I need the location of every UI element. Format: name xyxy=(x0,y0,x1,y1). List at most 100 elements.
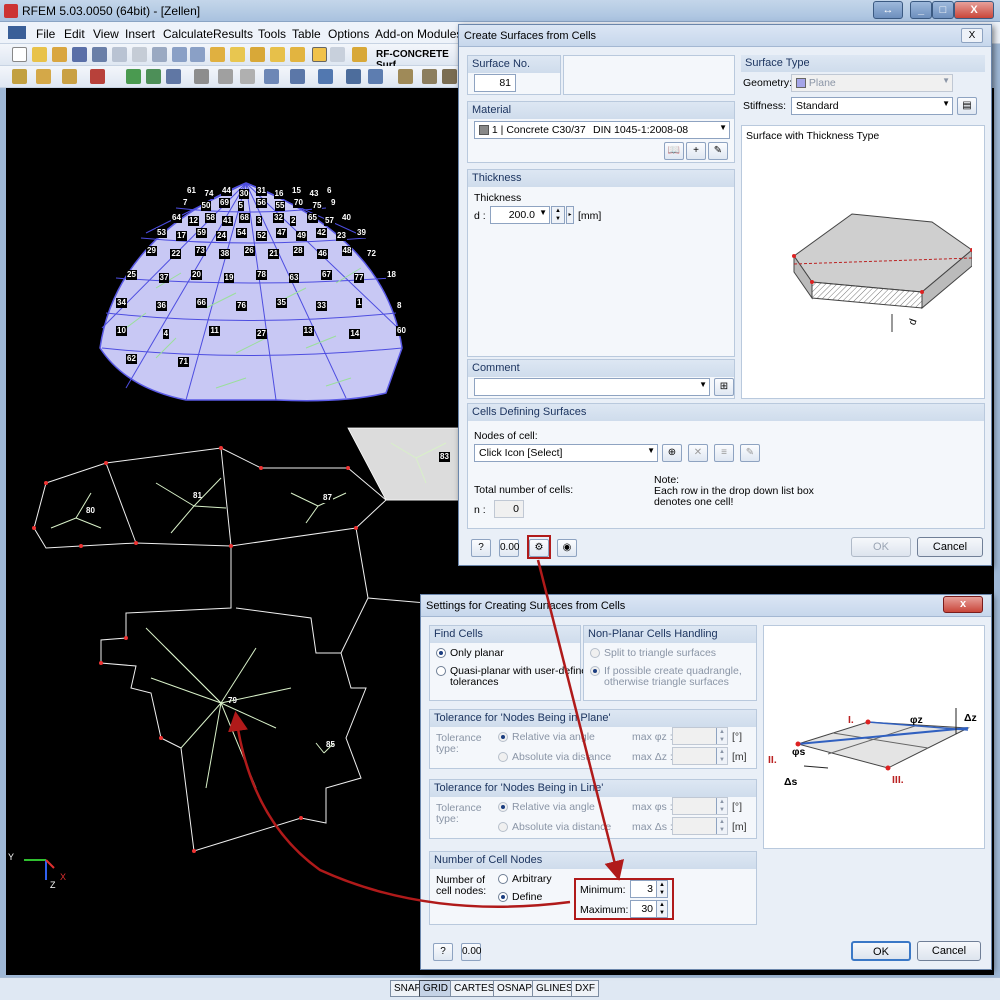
solid-icon[interactable] xyxy=(166,69,181,84)
ok-button[interactable]: OK xyxy=(851,941,911,961)
member-icon[interactable] xyxy=(90,69,105,84)
max-phi-z-input[interactable]: ▲ ▼ xyxy=(672,727,728,745)
max-delta-s-input[interactable]: ▲ ▼ xyxy=(672,817,728,835)
render-icon[interactable] xyxy=(346,69,361,84)
measure-icon[interactable] xyxy=(240,69,255,84)
restore-width-button[interactable]: ↔ xyxy=(873,1,903,19)
menu-insert[interactable]: Insert xyxy=(125,27,155,41)
display-icon[interactable] xyxy=(290,69,305,84)
menu-file[interactable]: File xyxy=(36,27,55,41)
menu-options[interactable]: Options xyxy=(328,27,369,41)
hinge-icon[interactable] xyxy=(146,69,161,84)
menu-tools[interactable]: Tools xyxy=(258,27,286,41)
define-radio[interactable] xyxy=(498,892,508,902)
report-icon[interactable] xyxy=(152,47,167,62)
grid-icon[interactable] xyxy=(330,47,345,62)
open-folder-icon[interactable] xyxy=(52,47,67,62)
menu-table[interactable]: Table xyxy=(292,27,321,41)
new-icon[interactable] xyxy=(12,47,27,62)
menu-results[interactable]: Results xyxy=(213,27,253,41)
material-library-button[interactable]: 📖 xyxy=(664,142,684,160)
arbitrary-radio[interactable] xyxy=(498,874,508,884)
units-button[interactable]: 0.00 xyxy=(499,539,519,557)
quadrangle-radio[interactable] xyxy=(590,666,600,676)
edit-stiffness-button[interactable]: ▤ xyxy=(957,97,977,115)
cancel-button[interactable]: Cancel xyxy=(917,941,981,961)
status-grid[interactable]: GRID xyxy=(419,980,452,997)
dimension-icon[interactable] xyxy=(194,69,209,84)
undo-icon[interactable] xyxy=(172,47,187,62)
filter-icon[interactable] xyxy=(398,69,413,84)
cancel-button[interactable]: Cancel xyxy=(917,537,983,557)
minimize-button[interactable]: _ xyxy=(910,1,932,19)
print-preview-icon[interactable] xyxy=(132,47,147,62)
view-button[interactable]: ◉ xyxy=(557,539,577,557)
print-icon[interactable] xyxy=(112,47,127,62)
settings-icon[interactable] xyxy=(250,47,265,62)
show-results-icon[interactable] xyxy=(270,47,285,62)
new-material-button[interactable]: + xyxy=(686,142,706,160)
cell-list-button[interactable]: ≡ xyxy=(714,444,734,462)
menu-calculate[interactable]: Calculate xyxy=(163,27,213,41)
document-icon[interactable] xyxy=(8,26,26,39)
help-button[interactable]: ? xyxy=(471,539,491,557)
redo-icon[interactable] xyxy=(190,47,205,62)
nodes-select[interactable]: Click Icon [Select] ▼ xyxy=(474,444,658,462)
snap-icon[interactable] xyxy=(442,69,457,84)
status-osnap[interactable]: OSNAP xyxy=(493,980,537,997)
view-icon[interactable] xyxy=(264,69,279,84)
status-cartes[interactable]: CARTES xyxy=(450,980,499,997)
max-phi-s-input[interactable]: ▲ ▼ xyxy=(672,797,728,815)
max-delta-z-input[interactable]: ▲ ▼ xyxy=(672,747,728,765)
folder-icon[interactable] xyxy=(290,47,305,62)
dialog-close-button[interactable]: x xyxy=(943,596,983,613)
material-select[interactable]: 1 | Concrete C30/37 DIN 1045-1:2008-08 ▼ xyxy=(474,121,730,139)
open-icon[interactable] xyxy=(32,47,47,62)
menu-addon-modules[interactable]: Add-on Modules xyxy=(375,27,462,41)
cell-edit-button[interactable]: ✎ xyxy=(740,444,760,462)
save-icon[interactable] xyxy=(72,47,87,62)
surface-icon[interactable] xyxy=(62,69,77,84)
thickness-input[interactable]: 200.0 ▼ xyxy=(490,206,550,224)
comment-input[interactable]: ▼ xyxy=(474,378,710,396)
select-cell-button[interactable]: ⊕ xyxy=(662,444,682,462)
surface-no-input[interactable]: 81 xyxy=(474,74,516,92)
menu-view[interactable]: View xyxy=(93,27,119,41)
split-triangle-radio[interactable] xyxy=(590,648,600,658)
line-relative-radio[interactable] xyxy=(498,802,508,812)
dialog-close-button[interactable]: X xyxy=(961,28,983,43)
thickness-arrow[interactable]: ▸ xyxy=(566,206,574,224)
node-icon[interactable] xyxy=(12,69,27,84)
status-glines[interactable]: GLINES xyxy=(532,980,577,997)
geometry-select[interactable]: Plane ▼ xyxy=(791,74,953,92)
guideline-icon[interactable] xyxy=(218,69,233,84)
plane-relative-radio[interactable] xyxy=(498,732,508,742)
edit-material-button[interactable]: ✎ xyxy=(708,142,728,160)
plane-absolute-radio[interactable] xyxy=(498,752,508,762)
results-icon[interactable] xyxy=(230,47,245,62)
save-all-icon[interactable] xyxy=(92,47,107,62)
minimum-input[interactable]: 3 ▲ ▼ xyxy=(630,880,668,898)
thickness-spinner[interactable]: ▲ ▼ xyxy=(551,206,565,224)
menu-edit[interactable]: Edit xyxy=(64,27,85,41)
select-icon[interactable] xyxy=(422,69,437,84)
addon-icon[interactable] xyxy=(352,47,367,62)
comment-button[interactable]: ⊞ xyxy=(714,378,734,396)
only-planar-radio[interactable] xyxy=(436,648,446,658)
delete-cell-button[interactable]: ✕ xyxy=(688,444,708,462)
help-button[interactable]: ? xyxy=(433,943,453,961)
maximum-input[interactable]: 30 ▲ ▼ xyxy=(630,900,668,918)
line-icon[interactable] xyxy=(36,69,51,84)
line-absolute-radio[interactable] xyxy=(498,822,508,832)
table-icon[interactable] xyxy=(312,47,327,62)
stiffness-select[interactable]: Standard ▼ xyxy=(791,97,953,115)
support-icon[interactable] xyxy=(126,69,141,84)
quasi-planar-radio[interactable] xyxy=(436,666,446,676)
zoom-icon[interactable] xyxy=(368,69,383,84)
units-button[interactable]: 0.00 xyxy=(461,943,481,961)
calculate-icon[interactable] xyxy=(210,47,225,62)
ok-button[interactable]: OK xyxy=(851,537,911,557)
status-dxf[interactable]: DXF xyxy=(571,980,599,997)
close-button[interactable]: X xyxy=(954,1,994,19)
maximize-button[interactable]: □ xyxy=(932,1,954,19)
